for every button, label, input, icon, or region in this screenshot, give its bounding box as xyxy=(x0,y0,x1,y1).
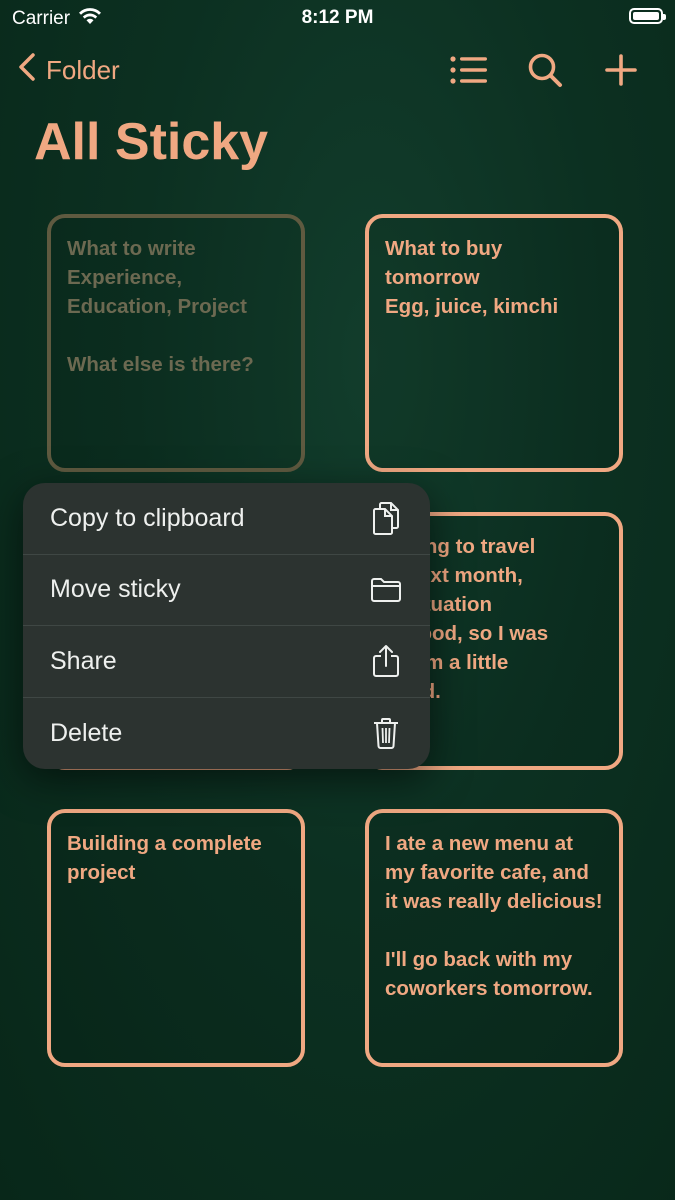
delete-item[interactable]: Delete xyxy=(23,698,430,770)
back-label: Folder xyxy=(46,55,120,85)
folder-icon xyxy=(370,572,402,608)
trash-icon xyxy=(370,715,402,751)
plus-icon[interactable] xyxy=(601,50,641,90)
page-title: All Sticky xyxy=(34,113,269,171)
status-time: 8:12 PM xyxy=(301,7,374,28)
share-item[interactable]: Share xyxy=(23,626,430,698)
sticky-card[interactable]: Building a complete project xyxy=(47,809,305,1067)
sticky-card[interactable]: What to write Experience, Education, Pro… xyxy=(47,214,305,472)
copy-to-clipboard-item[interactable]: Copy to clipboard xyxy=(23,483,430,555)
back-button[interactable]: Folder xyxy=(18,52,120,89)
menu-item-label: Delete xyxy=(50,718,123,747)
nav-actions xyxy=(449,50,641,90)
status-bar: Carrier 8:12 PM xyxy=(0,0,675,36)
copy-icon xyxy=(370,500,402,536)
battery-icon xyxy=(629,8,666,24)
context-menu: Copy to clipboard Move sticky Share Dele… xyxy=(23,483,430,769)
share-icon xyxy=(370,643,402,679)
navigation-bar: Folder xyxy=(0,48,675,92)
chevron-left-icon xyxy=(18,52,36,89)
search-icon[interactable] xyxy=(525,50,565,90)
sticky-card[interactable]: What to buy tomorrow Egg, juice, kimchi xyxy=(365,214,623,472)
menu-item-label: Share xyxy=(50,646,117,675)
menu-item-label: Move sticky xyxy=(50,575,181,604)
sticky-card[interactable]: I ate a new menu at my favorite cafe, an… xyxy=(365,809,623,1067)
move-sticky-item[interactable]: Move sticky xyxy=(23,555,430,626)
menu-item-label: Copy to clipboard xyxy=(50,503,245,532)
list-icon[interactable] xyxy=(449,50,489,90)
